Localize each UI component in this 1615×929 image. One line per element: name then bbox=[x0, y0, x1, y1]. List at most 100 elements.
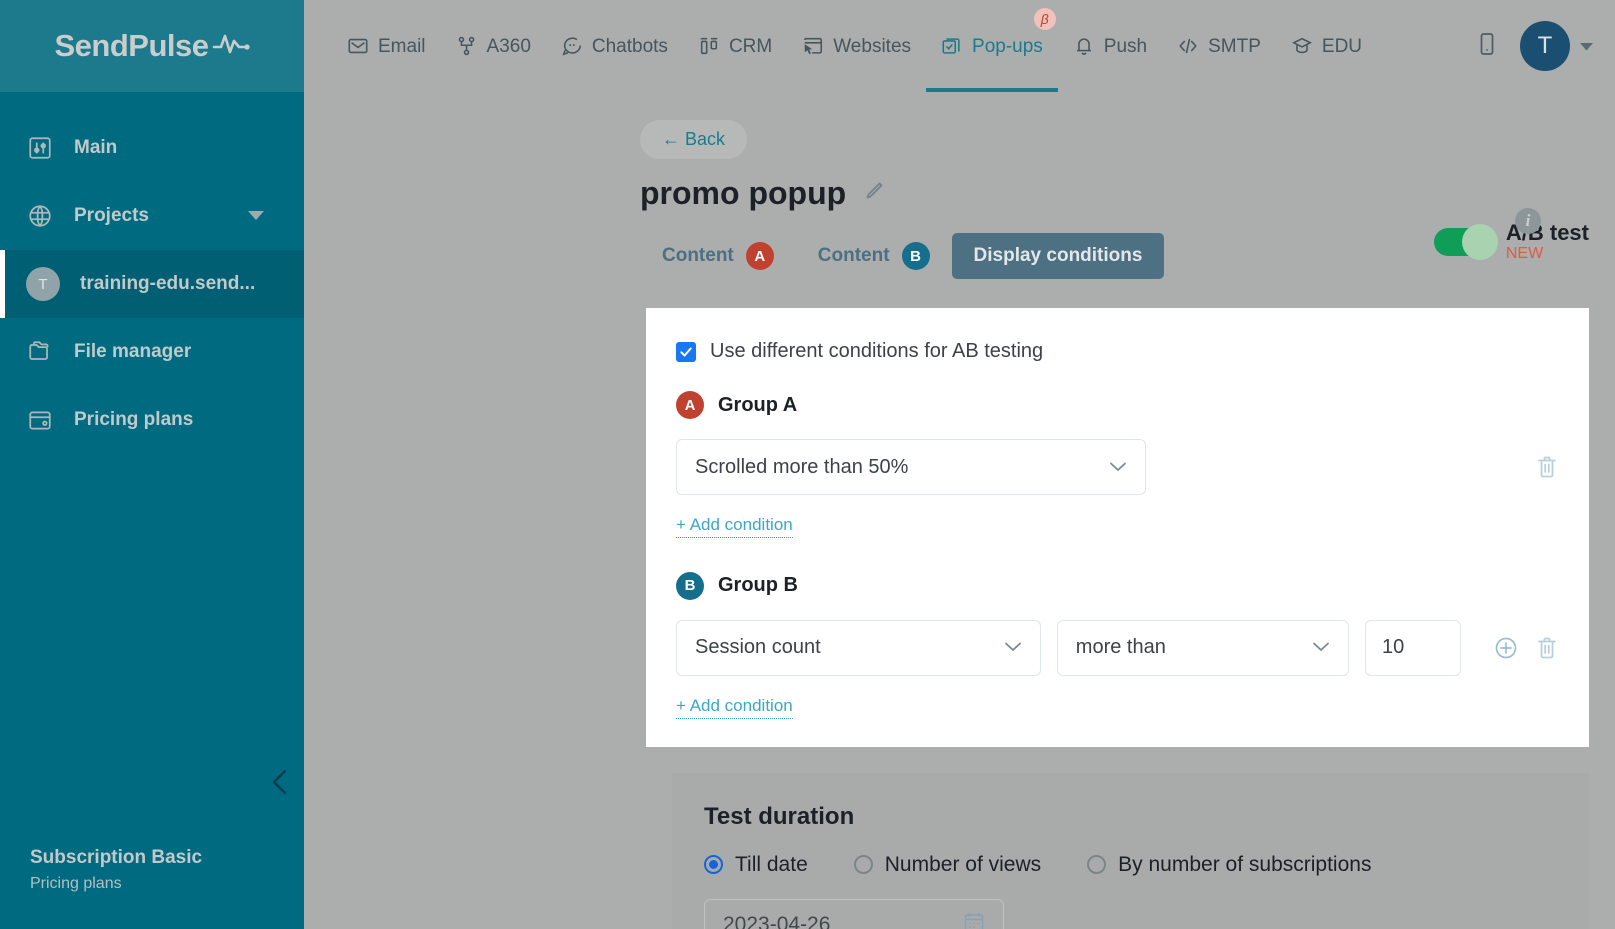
test-duration-title: Test duration bbox=[704, 802, 855, 830]
tab-content-a[interactable]: Content A bbox=[640, 230, 796, 282]
nav-item-label: SMTP bbox=[1208, 35, 1261, 57]
radio-label: Number of views bbox=[884, 852, 1042, 876]
nav-item-a360[interactable]: A360 bbox=[441, 0, 546, 92]
nav-item-label: Pop-ups bbox=[972, 35, 1043, 57]
group-b-value-input[interactable]: 10 bbox=[1364, 619, 1461, 676]
radio-label: By number of subscriptions bbox=[1118, 852, 1372, 876]
tab-label: Content bbox=[817, 245, 890, 266]
sidebar-item-label: training-edu.send... bbox=[80, 273, 256, 294]
radio-option-till-date[interactable]: Till date bbox=[704, 853, 808, 877]
pulse-icon bbox=[212, 28, 250, 64]
subscription-pricing-link[interactable]: Pricing plans bbox=[30, 875, 202, 893]
graduation-cap-icon bbox=[1291, 35, 1313, 57]
chevron-down-icon bbox=[1093, 459, 1127, 476]
nav-item-websites[interactable]: Websites bbox=[787, 0, 926, 92]
group-a-add-condition-link[interactable]: + Add condition bbox=[676, 513, 793, 538]
nav-item-popups[interactable]: Pop-ups β bbox=[926, 0, 1058, 92]
radio-indicator bbox=[704, 855, 723, 875]
group-b-condition-row: Session count more than 10 bbox=[676, 619, 1559, 676]
group-a-field-value: Scrolled more than 50% bbox=[695, 455, 909, 478]
group-a-header: A Group A bbox=[676, 391, 1559, 419]
sidebar: SendPulse Main Projects T training-edu.s… bbox=[0, 0, 304, 929]
envelope-icon bbox=[347, 35, 369, 57]
radio-option-number-of-views[interactable]: Number of views bbox=[853, 852, 1042, 877]
chevron-down-icon[interactable] bbox=[248, 205, 264, 227]
badge-b: B bbox=[901, 242, 930, 270]
sidebar-item-projects[interactable]: Projects bbox=[0, 182, 304, 250]
nav-item-label: Chatbots bbox=[591, 35, 668, 57]
tab-display-conditions[interactable]: Display conditions bbox=[951, 233, 1165, 279]
group-b-name: Group B bbox=[718, 574, 798, 597]
user-avatar[interactable]: T bbox=[1520, 21, 1570, 71]
group-b-header: B Group B bbox=[676, 571, 1559, 600]
topbar-right: T bbox=[1476, 21, 1593, 71]
sidebar-item-label: Main bbox=[74, 137, 118, 158]
tab-label: Display conditions bbox=[973, 245, 1143, 266]
sidebar-nav: Main Projects T training-edu.send... Fil… bbox=[0, 92, 304, 454]
mobile-icon[interactable] bbox=[1476, 30, 1498, 63]
logo-text: SendPulse bbox=[54, 28, 210, 63]
nodes-icon bbox=[456, 35, 478, 57]
group-a-delete-condition-button[interactable] bbox=[1535, 454, 1559, 480]
nav-item-edu[interactable]: EDU bbox=[1276, 0, 1377, 92]
badge-a: A bbox=[745, 242, 774, 270]
nav-item-label: Websites bbox=[833, 35, 912, 57]
use-different-conditions-checkbox[interactable] bbox=[676, 341, 696, 362]
sidebar-logo[interactable]: SendPulse bbox=[0, 0, 304, 92]
display-conditions-card: Use different conditions for AB testing … bbox=[646, 308, 1589, 747]
radio-indicator bbox=[853, 855, 873, 875]
tab-content-b[interactable]: Content B bbox=[796, 230, 952, 282]
nav-item-email[interactable]: Email bbox=[332, 0, 441, 92]
chevron-down-icon[interactable] bbox=[1580, 39, 1593, 54]
badge-b: B bbox=[676, 571, 704, 600]
kanban-icon bbox=[698, 35, 720, 57]
nav-item-crm[interactable]: CRM bbox=[683, 0, 787, 92]
use-different-conditions-row: Use different conditions for AB testing bbox=[676, 340, 1559, 363]
use-different-conditions-label: Use different conditions for AB testing bbox=[710, 340, 1044, 362]
nav-item-push[interactable]: Push bbox=[1058, 0, 1162, 92]
avatar: T bbox=[26, 267, 60, 301]
sliders-icon bbox=[26, 134, 54, 162]
group-b-field-select[interactable]: Session count bbox=[676, 619, 1041, 676]
date-value: 2023-04-26 bbox=[723, 912, 831, 929]
group-b-value-text: 10 bbox=[1381, 636, 1405, 659]
nav-item-label: CRM bbox=[728, 35, 773, 57]
chevron-down-icon bbox=[988, 639, 1022, 656]
test-duration-panel: Test duration Till date Number of views … bbox=[672, 772, 1589, 929]
toggle-knob bbox=[1461, 223, 1498, 260]
sidebar-collapse-button[interactable] bbox=[270, 767, 290, 801]
pencil-icon[interactable] bbox=[862, 179, 886, 208]
group-b-add-condition-link[interactable]: + Add condition bbox=[676, 694, 793, 719]
nav-item-smtp[interactable]: SMTP bbox=[1162, 0, 1276, 92]
group-b-add-value-button[interactable] bbox=[1493, 635, 1519, 661]
calendar-icon[interactable] bbox=[963, 911, 985, 929]
nav-item-label: A360 bbox=[486, 35, 531, 57]
sidebar-item-pricing-plans[interactable]: Pricing plans bbox=[0, 386, 304, 454]
nav-item-label: EDU bbox=[1321, 35, 1363, 57]
top-nav-items: Email A360 Chatbots CRM Websites Pop-ups… bbox=[332, 0, 1377, 92]
page-title: promo popup bbox=[640, 175, 847, 211]
group-b-operator-select[interactable]: more than bbox=[1056, 619, 1349, 676]
wallet-icon bbox=[26, 406, 54, 434]
subscription-title: Subscription Basic bbox=[30, 847, 203, 868]
group-b-delete-condition-button[interactable] bbox=[1535, 635, 1559, 661]
chevron-down-icon bbox=[1296, 639, 1330, 656]
ab-test-new-badge: NEW bbox=[1505, 245, 1544, 263]
app-root: SendPulse Main Projects T training-edu.s… bbox=[0, 0, 1615, 929]
nav-item-label: Email bbox=[378, 35, 426, 57]
test-duration-date-input[interactable]: 2023-04-26 bbox=[704, 898, 1004, 929]
sidebar-item-main[interactable]: Main bbox=[0, 114, 304, 182]
info-icon[interactable]: i bbox=[1515, 208, 1541, 234]
radio-option-by-number-of-subscriptions[interactable]: By number of subscriptions bbox=[1087, 853, 1371, 877]
code-icon bbox=[1177, 35, 1199, 57]
folder-icon bbox=[26, 338, 54, 366]
ab-test-toggle[interactable] bbox=[1433, 223, 1498, 260]
group-a-field-select[interactable]: Scrolled more than 50% bbox=[676, 439, 1146, 495]
sidebar-item-file-manager[interactable]: File manager bbox=[0, 318, 304, 386]
back-button[interactable]: ← Back bbox=[640, 120, 748, 159]
nav-item-chatbots[interactable]: Chatbots bbox=[546, 0, 683, 92]
ab-test-control: i A/B test NEW bbox=[1433, 208, 1589, 264]
sidebar-item-project-training-edu[interactable]: T training-edu.send... bbox=[0, 250, 304, 318]
beta-badge: β bbox=[1033, 8, 1056, 30]
bell-icon bbox=[1073, 35, 1095, 57]
